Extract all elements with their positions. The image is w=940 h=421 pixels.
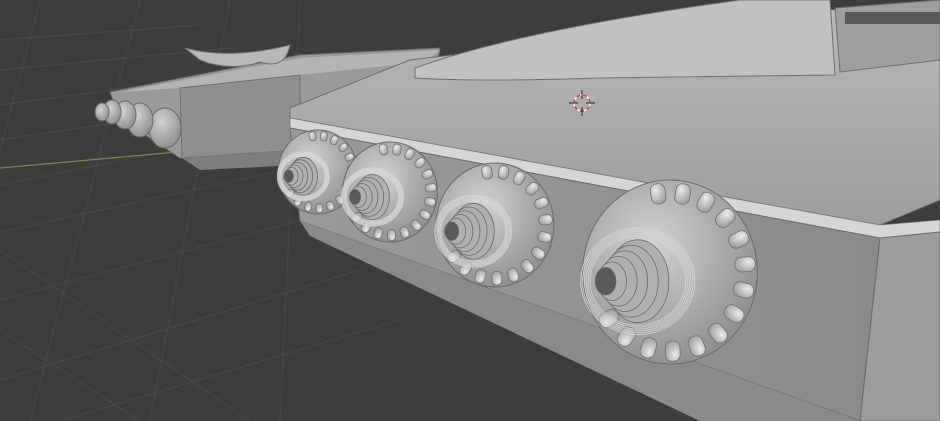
engine-nozzle-icon: [434, 162, 555, 288]
viewport-canvas[interactable]: [0, 0, 940, 421]
3d-viewport[interactable]: [0, 0, 940, 421]
engine-nozzle-icon: [341, 141, 438, 243]
engine-nozzle-icon: [580, 179, 758, 365]
